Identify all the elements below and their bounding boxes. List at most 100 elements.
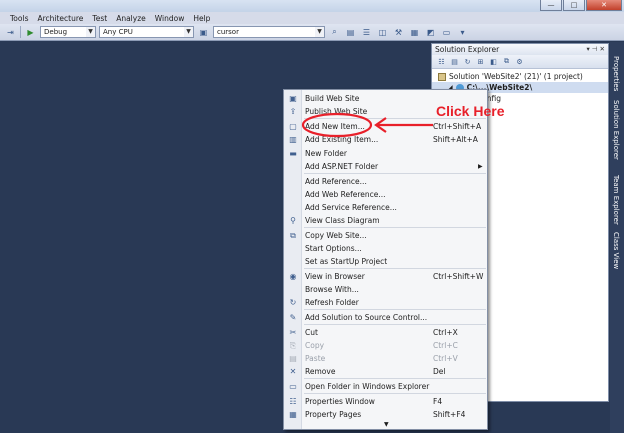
standard-toolbar: ⇥ ▶ Debug ▼ Any CPU ▼ ▣ cursor ▼ ⌕ ▤ ☰ ◫… bbox=[0, 24, 624, 41]
chevron-down-icon: ▼ bbox=[184, 27, 193, 37]
solution-platform-select[interactable]: Any CPU ▼ bbox=[99, 26, 194, 38]
menu-item-label: Refresh Folder bbox=[305, 298, 359, 307]
show-all-files-icon[interactable]: ▤ bbox=[449, 56, 460, 67]
solution-explorer-title: Solution Explorer bbox=[435, 45, 500, 54]
menu-item-label: Add ASP.NET Folder bbox=[305, 162, 379, 171]
menu-item-add-asp-net-folder[interactable]: Add ASP.NET Folder ▶ bbox=[284, 161, 487, 173]
class-diagram-icon: ⚲ bbox=[290, 216, 296, 225]
menu-item-remove[interactable]: ✕ Remove Del bbox=[284, 366, 487, 378]
menu-item-cut[interactable]: ✂ Cut Ctrl+X bbox=[284, 327, 487, 339]
menu-architecture[interactable]: Architecture bbox=[37, 14, 83, 23]
menu-help[interactable]: Help bbox=[193, 14, 210, 23]
menu-item-copy-web-site[interactable]: ⧉ Copy Web Site... bbox=[284, 230, 487, 242]
menu-item-label: Open Folder in Windows Explorer bbox=[305, 382, 430, 391]
menu-item-set-as-startup-project[interactable]: Set as StartUp Project bbox=[284, 256, 487, 268]
menu-item-label: Paste bbox=[305, 354, 326, 363]
menu-item-add-reference[interactable]: Add Reference... bbox=[284, 176, 487, 188]
click-here-callout: Click Here bbox=[436, 103, 505, 119]
window-controls: — □ ✕ bbox=[540, 0, 622, 11]
object-browser-icon[interactable]: ◫ bbox=[376, 26, 389, 39]
menu-item-start-options[interactable]: Start Options... bbox=[284, 243, 487, 255]
menu-item-open-folder-in-windows-explorer[interactable]: ▭ Open Folder in Windows Explorer bbox=[284, 381, 487, 393]
start-page-icon[interactable]: ▦ bbox=[408, 26, 421, 39]
tab-team-explorer[interactable]: Team Explorer bbox=[612, 175, 620, 225]
build-icon: ▣ bbox=[289, 94, 297, 103]
step-icon[interactable]: ⇥ bbox=[4, 26, 17, 39]
minimize-button[interactable]: — bbox=[540, 0, 562, 11]
find-combo[interactable]: cursor ▼ bbox=[213, 26, 325, 38]
publish-icon: ⇪ bbox=[289, 107, 297, 116]
menu-item-shortcut: F4 bbox=[433, 397, 443, 406]
new-item-icon: ▢ bbox=[289, 122, 297, 131]
menu-item-add-new-item[interactable]: ▢ Add New Item... Ctrl+Shift+A bbox=[284, 121, 487, 133]
menu-item-view-class-diagram[interactable]: ⚲ View Class Diagram bbox=[284, 215, 487, 227]
solution-icon bbox=[438, 72, 446, 81]
tab-properties[interactable]: Properties bbox=[612, 56, 620, 91]
menu-item-label: Browse With... bbox=[305, 285, 359, 294]
menu-item-add-existing-item[interactable]: ▥ Add Existing Item... Shift+Alt+A bbox=[284, 134, 487, 146]
menu-separator bbox=[304, 393, 486, 394]
menu-item-shortcut: Shift+F4 bbox=[433, 410, 466, 419]
menu-tools[interactable]: Tools bbox=[10, 14, 28, 23]
asp-config-icon[interactable]: ⚙ bbox=[514, 56, 525, 67]
menu-separator bbox=[304, 227, 486, 228]
copy-web-icon: ⧉ bbox=[290, 231, 296, 240]
menu-item-shortcut: Ctrl+Shift+A bbox=[433, 122, 482, 131]
copy-web-site-icon[interactable]: ⧉ bbox=[501, 56, 512, 67]
toolbar-separator bbox=[20, 26, 21, 38]
menu-item-new-folder[interactable]: ▬ New Folder bbox=[284, 148, 487, 160]
remove-icon: ✕ bbox=[289, 367, 297, 376]
menu-item-label: Cut bbox=[305, 328, 318, 337]
solution-explorer-icon[interactable]: ▤ bbox=[344, 26, 357, 39]
menu-item-label: New Folder bbox=[305, 149, 347, 158]
extension-manager-icon[interactable]: ◩ bbox=[424, 26, 437, 39]
find-in-files-icon[interactable]: ▣ bbox=[197, 26, 210, 39]
start-debugging-icon[interactable]: ▶ bbox=[24, 26, 37, 39]
tab-class-view[interactable]: Class View bbox=[612, 232, 620, 269]
submenu-arrow-icon: ▶ bbox=[478, 163, 483, 170]
menu-test[interactable]: Test bbox=[92, 14, 107, 23]
menu-window[interactable]: Window bbox=[155, 14, 185, 23]
tree-node-solution[interactable]: Solution 'WebSite2' (21)' (1 project) bbox=[432, 71, 608, 82]
menu-item-paste: ▤ Paste Ctrl+V bbox=[284, 353, 487, 365]
menu-item-shortcut: Ctrl+V bbox=[433, 354, 458, 363]
menu-item-label: Add Existing Item... bbox=[305, 135, 379, 144]
menu-item-label: View Class Diagram bbox=[305, 216, 380, 225]
close-button[interactable]: ✕ bbox=[586, 0, 622, 11]
menu-item-shortcut: Del bbox=[433, 367, 446, 376]
menu-item-refresh-folder[interactable]: ↻ Refresh Folder bbox=[284, 297, 487, 309]
scroll-down-icon[interactable]: ▼ bbox=[384, 421, 389, 428]
command-window-icon[interactable]: ▭ bbox=[440, 26, 453, 39]
menu-separator bbox=[304, 309, 486, 310]
copy-icon: ⎘ bbox=[289, 341, 297, 350]
menu-item-properties-window[interactable]: ☷ Properties Window F4 bbox=[284, 396, 487, 408]
find-icon[interactable]: ⌕ bbox=[328, 26, 341, 39]
menu-item-add-solution-to-source-control[interactable]: ✎ Add Solution to Source Control... bbox=[284, 312, 487, 324]
solution-configuration-value: Debug bbox=[44, 28, 68, 36]
view-designer-icon[interactable]: ◧ bbox=[488, 56, 499, 67]
properties-icon[interactable]: ☷ bbox=[436, 56, 447, 67]
solution-configuration-select[interactable]: Debug ▼ bbox=[40, 26, 96, 38]
menu-item-label: Build Web Site bbox=[305, 94, 360, 103]
menu-item-browse-with[interactable]: Browse With... bbox=[284, 284, 487, 296]
menu-item-shortcut: Ctrl+Shift+W bbox=[433, 272, 484, 281]
menu-item-add-web-reference[interactable]: Add Web Reference... bbox=[284, 189, 487, 201]
refresh-icon[interactable]: ↻ bbox=[462, 56, 473, 67]
toolbar-options-icon[interactable]: ▾ bbox=[456, 26, 469, 39]
properties-toolbar-icon[interactable]: ☰ bbox=[360, 26, 373, 39]
menu-item-label: Publish Web Site bbox=[305, 107, 368, 116]
menu-analyze[interactable]: Analyze bbox=[116, 14, 146, 23]
nest-files-icon[interactable]: ⊞ bbox=[475, 56, 486, 67]
toolbox-icon[interactable]: ⚒ bbox=[392, 26, 405, 39]
menu-item-shortcut: Ctrl+C bbox=[433, 341, 458, 350]
tab-solution-explorer[interactable]: Solution Explorer bbox=[612, 100, 620, 160]
menu-item-add-service-reference[interactable]: Add Service Reference... bbox=[284, 202, 487, 214]
menu-item-shortcut: Ctrl+X bbox=[433, 328, 458, 337]
solution-platform-value: Any CPU bbox=[103, 28, 133, 36]
panel-controls[interactable]: ▾ ⊣ ✕ bbox=[586, 44, 605, 55]
menu-item-property-pages[interactable]: ▦ Property Pages Shift+F4 bbox=[284, 409, 487, 421]
chevron-down-icon: ▼ bbox=[86, 27, 95, 37]
menu-item-copy: ⎘ Copy Ctrl+C bbox=[284, 340, 487, 352]
menu-item-view-in-browser[interactable]: ◉ View in Browser Ctrl+Shift+W bbox=[284, 271, 487, 283]
maximize-button[interactable]: □ bbox=[563, 0, 585, 11]
